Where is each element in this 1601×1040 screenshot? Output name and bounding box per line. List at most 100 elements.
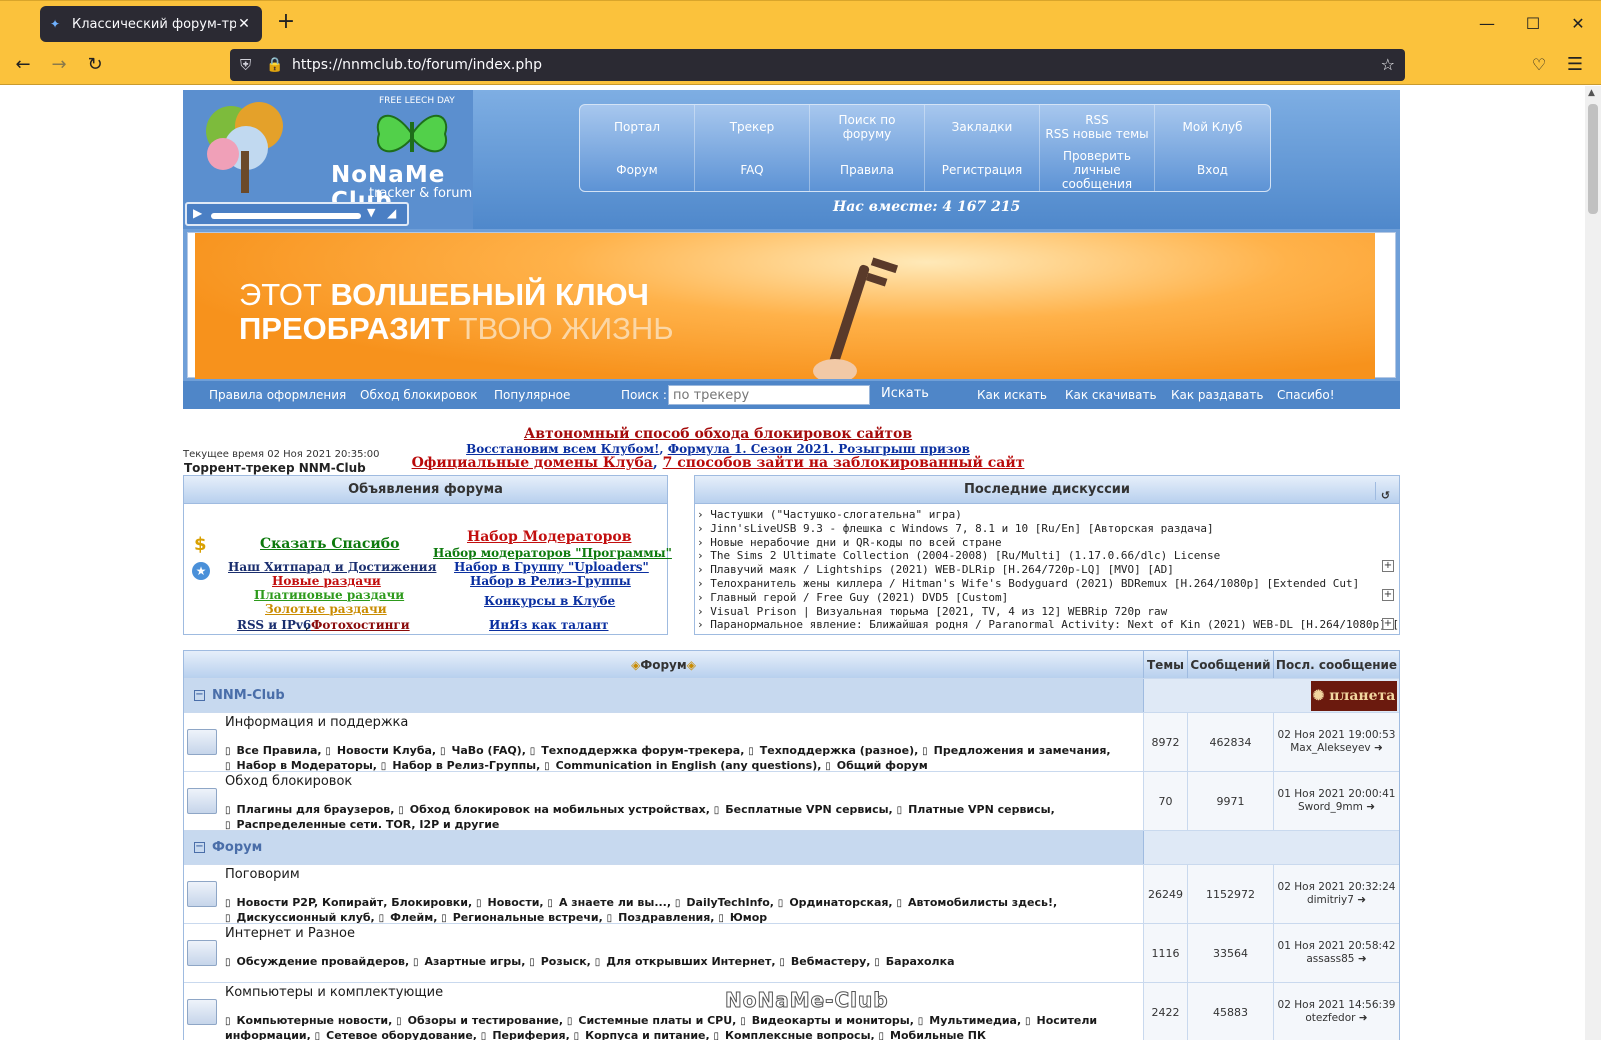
collapse-icon[interactable]: − xyxy=(194,690,205,701)
goto-post-icon[interactable]: ➜ xyxy=(1366,801,1375,813)
planet-logo-icon[interactable]: ✺ планета xyxy=(1311,681,1397,711)
subforum-link[interactable]: Обход блокировок на мобильных устройства… xyxy=(398,803,714,816)
menu-login[interactable]: Вход xyxy=(1155,148,1270,191)
last-post-user[interactable]: dimitriy7 ➜ xyxy=(1307,894,1366,907)
subforum-link[interactable]: Компьютерные новости, xyxy=(225,1014,396,1027)
notice-7ways-link[interactable]: 7 способов зайти на заблокированный сайт xyxy=(663,455,1025,471)
maximize-icon[interactable]: ☐ xyxy=(1510,9,1556,39)
subforum-link[interactable]: Мобильные ПК xyxy=(879,1029,986,1040)
subforum-link[interactable]: Бесплатные VPN сервисы, xyxy=(714,803,897,816)
refresh-icon[interactable]: ↺ xyxy=(1375,482,1395,502)
subforum-link[interactable]: Communication in English (any questions)… xyxy=(544,759,825,772)
ad-banner-image[interactable]: ЭТОТ ВОЛШЕБНЫЙ КЛЮЧ ПРЕОБРАЗИТ ТВОЮ ЖИЗН… xyxy=(195,233,1375,379)
last-post-user[interactable]: Max_Alekseyev ➜ xyxy=(1290,742,1383,755)
forward-icon[interactable]: → xyxy=(44,50,74,80)
subforum-link[interactable]: Корпуса и питание, xyxy=(574,1029,714,1040)
subforum-link[interactable]: Новости, xyxy=(476,896,547,909)
radio-player[interactable]: ▶ ▼ ◢ xyxy=(185,202,409,226)
goto-post-icon[interactable]: ➜ xyxy=(1358,953,1367,965)
notice-f1-link[interactable]: Формула 1. Сезон 2021. Розыгрыш призов xyxy=(668,442,970,456)
subforum-link[interactable]: Ординаторская, xyxy=(778,896,897,909)
subforum-link[interactable]: Новости P2P, Копирайт, Блокировки, xyxy=(225,896,476,909)
menu-check-messages[interactable]: Проверить личные сообщения xyxy=(1040,148,1155,191)
subforum-link[interactable]: Автомобилисты здесь!, xyxy=(896,896,1057,909)
bookmark-star-icon[interactable]: ☆ xyxy=(1381,49,1395,81)
last-post-user[interactable]: assass85 ➜ xyxy=(1306,953,1366,966)
menu-icon[interactable]: ☰ xyxy=(1560,50,1590,80)
subforum-link[interactable]: Плагины для браузеров, xyxy=(225,803,398,816)
link-how-download[interactable]: Как скачивать xyxy=(1065,388,1157,402)
list-item[interactable]: › Новые нерабочие дни и QR-коды по всей … xyxy=(697,536,1399,550)
subforum-link[interactable]: Периферия, xyxy=(481,1029,574,1040)
scrollbar[interactable]: ▲ xyxy=(1585,86,1601,1040)
menu-forum-search[interactable]: Поиск по форуму xyxy=(810,105,925,148)
forum-title-link[interactable]: Интернет и Разное xyxy=(225,926,355,941)
subforum-link[interactable]: DailyTechInfo, xyxy=(675,896,778,909)
subforum-link[interactable]: Обзоры и тестирование, xyxy=(396,1014,567,1027)
reload-icon[interactable]: ↻ xyxy=(80,50,110,80)
notice-domains-link[interactable]: Официальные домены Клуба xyxy=(412,455,653,471)
menu-forum[interactable]: Форум xyxy=(580,148,695,191)
volume-icon[interactable]: ◢ xyxy=(387,206,396,220)
expand-icon[interactable]: + xyxy=(1382,589,1394,601)
notice-bypass-link[interactable]: Автономный способ обхода блокировок сайт… xyxy=(183,426,1253,442)
link-rules-format[interactable]: Правила оформления xyxy=(209,388,346,402)
forum-title-link[interactable]: Поговорим xyxy=(225,867,300,882)
new-releases-link[interactable]: Новые раздачи xyxy=(272,574,381,588)
contests-link[interactable]: Конкурсы в Клубе xyxy=(484,594,615,608)
moderators-programs-link[interactable]: Набор модераторов "Программы" xyxy=(433,546,672,560)
subforum-link[interactable]: Барахолка xyxy=(874,955,954,968)
scroll-up-icon[interactable]: ▲ xyxy=(1588,88,1595,98)
hitparade-link[interactable]: Наш Хитпарад и Достижения xyxy=(228,560,436,574)
category-forum[interactable]: − Форум xyxy=(184,831,1143,864)
link-bypass[interactable]: Обход блокировок xyxy=(360,388,477,402)
subforum-link[interactable]: Платные VPN сервисы, xyxy=(897,803,1055,816)
subforum-link[interactable]: Вебмастеру, xyxy=(779,955,874,968)
menu-portal[interactable]: Портал xyxy=(580,105,695,148)
rss-ipv6-link[interactable]: RSS и IPv6 xyxy=(237,618,311,632)
list-item[interactable]: › Jinn'sLiveUSB 9.3 - флешка с Windows 7… xyxy=(697,522,1399,536)
subforum-link[interactable]: Дискуссионный клуб, xyxy=(225,911,379,924)
browser-tab[interactable]: ✦ Классический форум-трекер ✕ xyxy=(40,6,262,42)
subforum-link[interactable]: Юмор xyxy=(718,911,767,924)
category-nnm-club[interactable]: − NNM-Club xyxy=(184,679,1143,712)
subforum-link[interactable]: Системные платы и CPU, xyxy=(567,1014,740,1027)
notice-restore-link[interactable]: Восстановим всем Клубом! xyxy=(466,442,659,456)
url-bar[interactable]: ⛨ 🔒 https://nnmclub.to/forum/index.php ☆ xyxy=(230,49,1405,81)
search-button[interactable]: Искать xyxy=(875,386,935,405)
forum-title-link[interactable]: Компьютеры и комплектующие xyxy=(225,985,443,1000)
menu-tracker[interactable]: Трекер xyxy=(695,105,810,148)
subforum-link[interactable]: Мультимедиа, xyxy=(918,1014,1025,1027)
subforum-link[interactable]: Флейм, xyxy=(379,911,442,924)
url-text[interactable]: https://nnmclub.to/forum/index.php xyxy=(292,57,542,73)
lock-icon[interactable]: 🔒 xyxy=(266,49,283,81)
minimize-icon[interactable]: — xyxy=(1464,9,1510,39)
last-post-user[interactable]: otezfedor ➜ xyxy=(1305,1012,1367,1025)
say-thanks-link[interactable]: Сказать Спасибо xyxy=(260,536,399,552)
photohosting-link[interactable]: Фотохостинги xyxy=(311,618,410,632)
list-item[interactable]: › Паранормальное явление: Ближайшая родн… xyxy=(697,618,1399,632)
list-item[interactable]: › Плавучий маяк / Lightships (2021) WEB-… xyxy=(697,563,1399,577)
list-item[interactable]: › Visual Prison | Визуальная тюрьма [202… xyxy=(697,605,1399,619)
menu-register[interactable]: Регистрация xyxy=(925,148,1040,191)
expand-icon[interactable]: + xyxy=(1382,560,1394,572)
inyaz-link[interactable]: ИнЯз как талант xyxy=(489,618,609,632)
subforum-link[interactable]: Комплексные вопросы, xyxy=(714,1029,879,1040)
subforum-link[interactable]: ЧаВо (FAQ), xyxy=(440,744,530,757)
subforum-link[interactable]: Предложения и замечания, xyxy=(922,744,1111,757)
last-post-user[interactable]: Sword_9mm ➜ xyxy=(1298,801,1375,814)
subforum-link[interactable]: Сетевое оборудование, xyxy=(315,1029,481,1040)
menu-rules[interactable]: Правила xyxy=(810,148,925,191)
subforum-link[interactable]: Видеокарты и мониторы, xyxy=(740,1014,918,1027)
subforum-link[interactable]: Распределенные сети. TOR, I2P и другие xyxy=(225,818,499,831)
link-thanks[interactable]: Спасибо! xyxy=(1277,388,1335,402)
list-item[interactable]: › The Sims 2 Ultimate Collection (2004-2… xyxy=(697,549,1399,563)
subforum-link[interactable]: Новости Клуба, xyxy=(325,744,440,757)
goto-post-icon[interactable]: ➜ xyxy=(1359,1012,1368,1024)
subforum-link[interactable]: А знаете ли вы..., xyxy=(547,896,674,909)
shield-icon[interactable]: ⛨ xyxy=(240,49,251,81)
col-forum[interactable]: ◈ Форум ◈ xyxy=(184,651,1143,678)
subforum-link[interactable]: Региональные встречи, xyxy=(441,911,606,924)
player-progress[interactable] xyxy=(211,213,361,219)
subforum-link[interactable]: Набор в Релиз-Группы, xyxy=(381,759,544,772)
